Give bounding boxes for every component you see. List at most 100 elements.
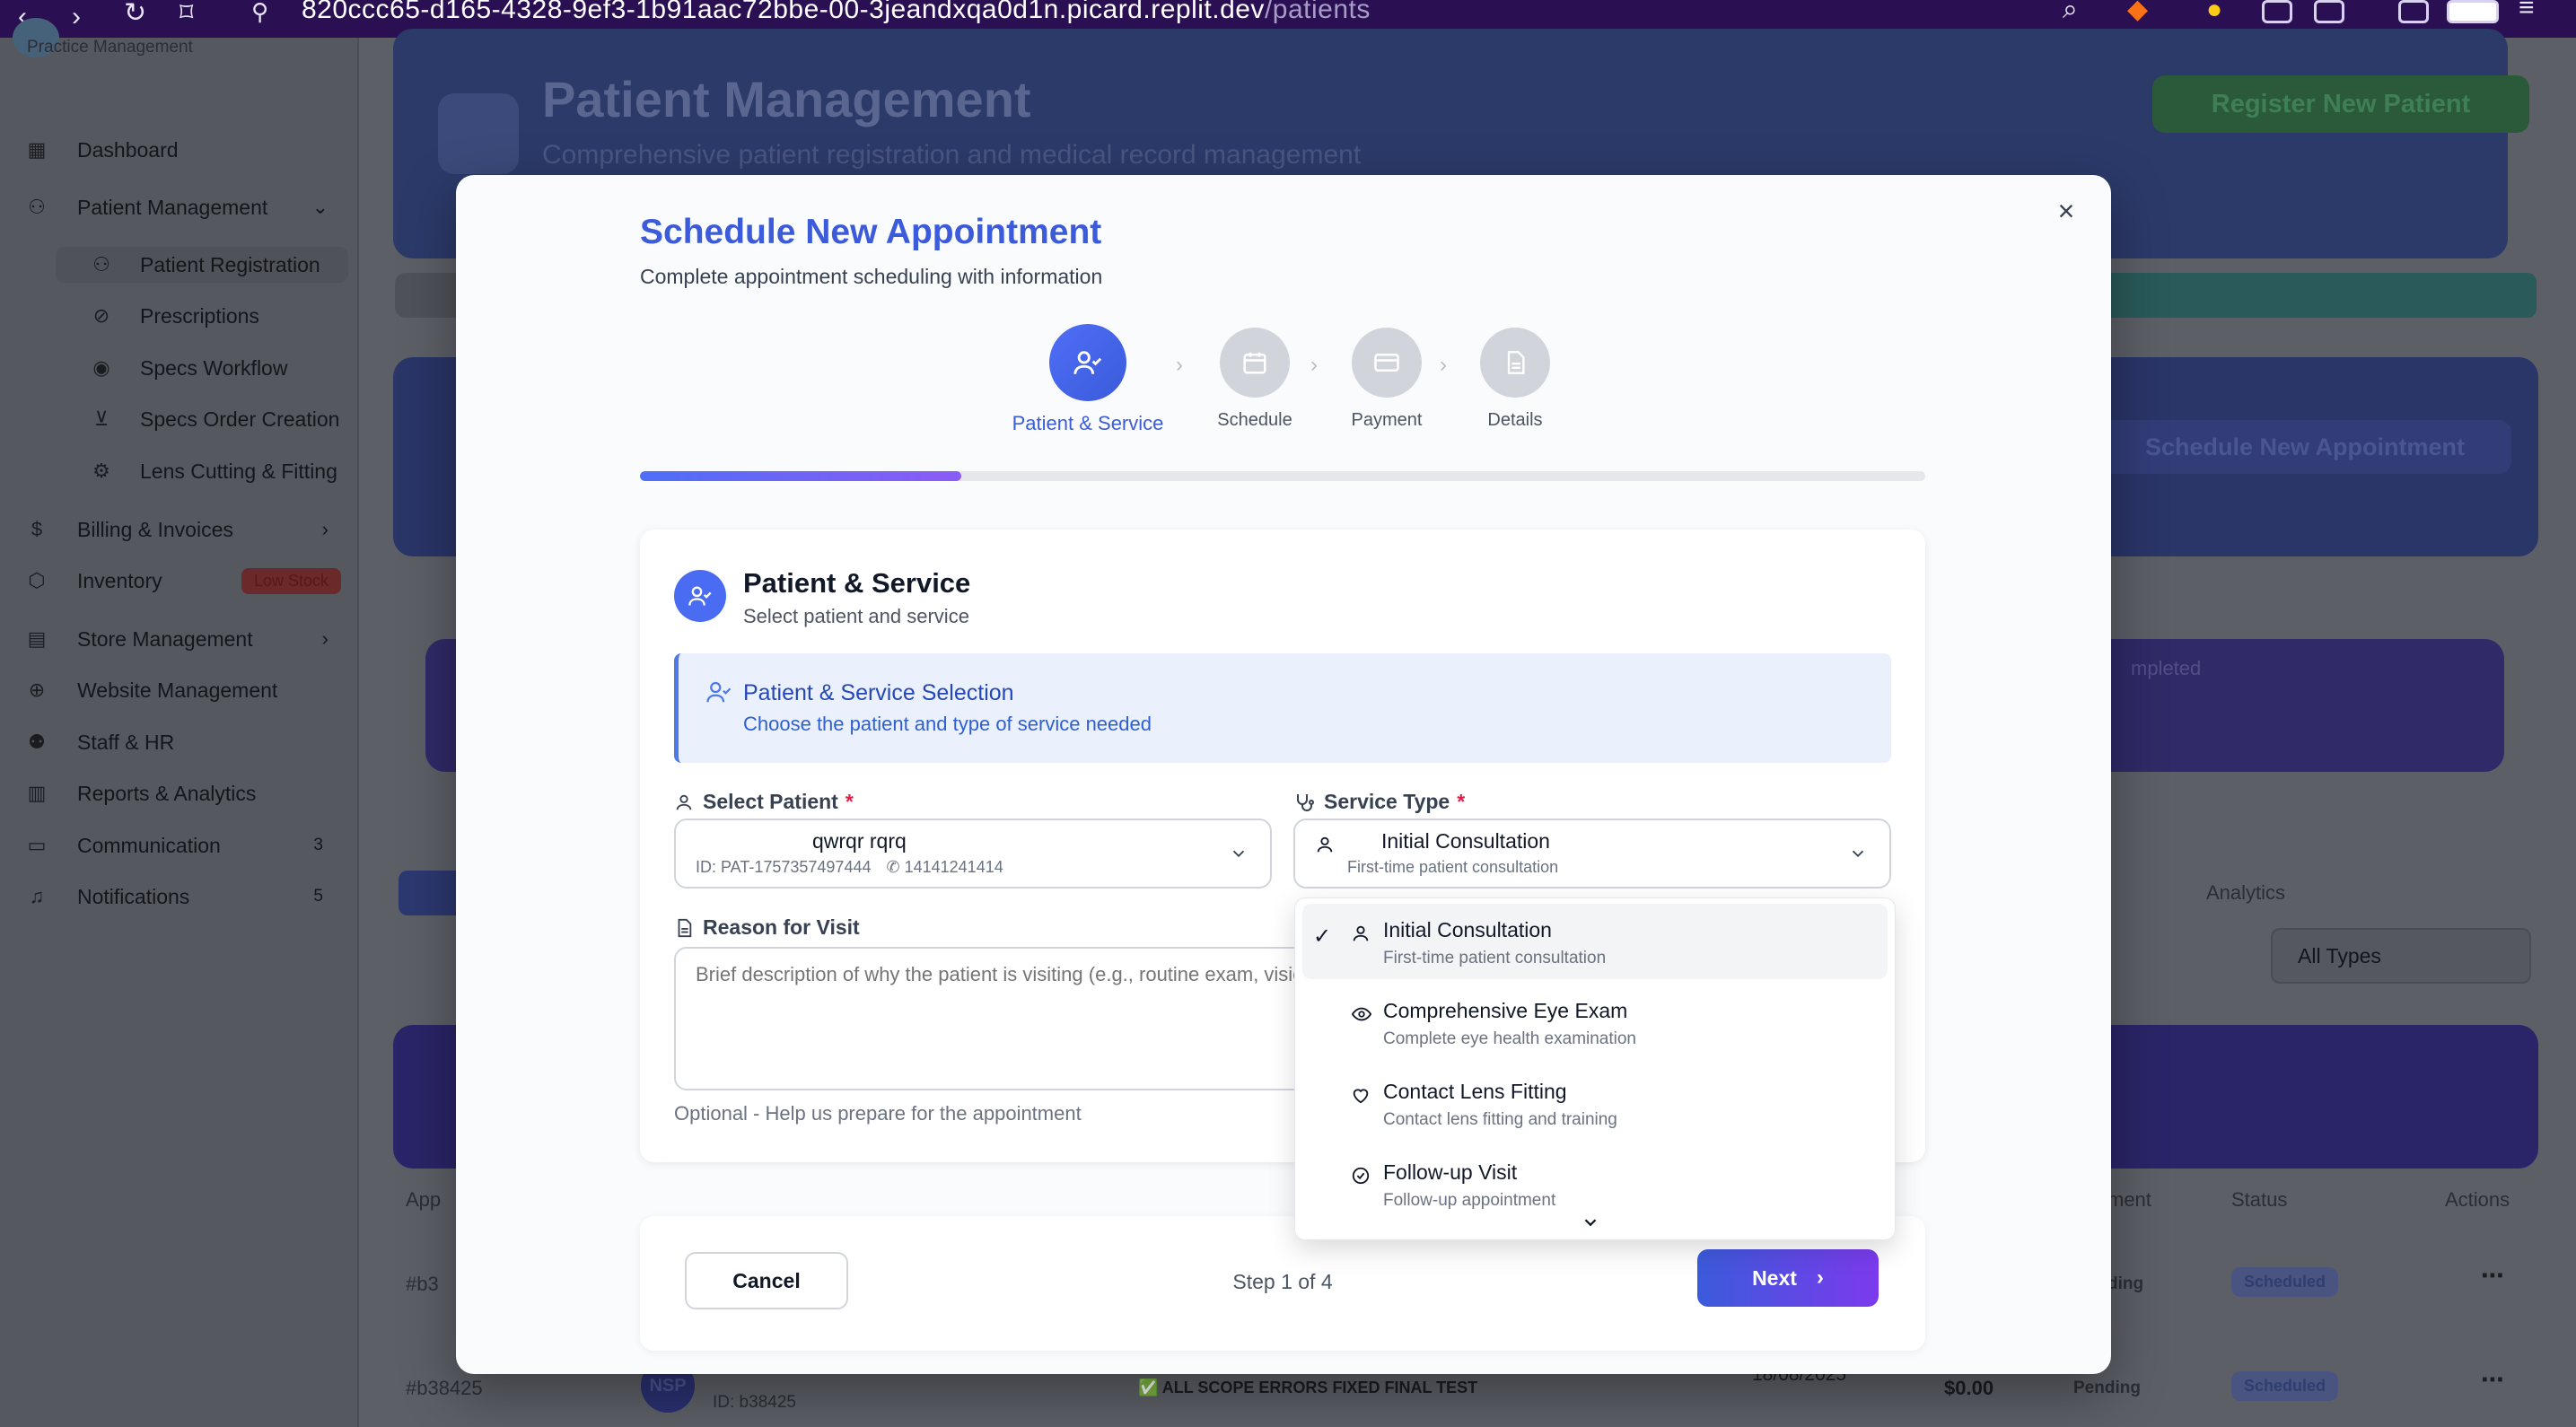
sidebar-item-label: Inventory [77, 568, 162, 592]
url-host: 820ccc65-d165-4328-9ef3-1b91aac72bbe-00-… [302, 0, 1265, 24]
screenshot-icon[interactable] [2314, 0, 2344, 23]
reload-icon[interactable]: ↻ [124, 0, 146, 27]
service-type-value: Initial Consultation [1381, 829, 1550, 853]
card-title: Patient & Service [743, 567, 971, 599]
sidebar-item-label: Reports & Analytics [77, 781, 257, 805]
reason-hint: Optional - Help us prepare for the appoi… [674, 1102, 1082, 1125]
sidebar-item-specs-workflow[interactable]: ◉ Specs Workflow [90, 350, 350, 386]
dollar-icon: $ [31, 518, 43, 540]
sidebar-item-label: Billing & Invoices [77, 517, 233, 541]
sidebar-item-specs-order-creation[interactable]: ⊻ Specs Order Creation [90, 401, 350, 437]
option-title: Initial Consultation [1383, 918, 1552, 941]
sidebar-toggle-icon[interactable] [2398, 0, 2429, 23]
reason-label-text: Reason for Visit [703, 915, 860, 939]
wallet-icon[interactable] [2447, 0, 2499, 23]
row2-amount: $0.00 [1944, 1377, 1994, 1399]
search-icon[interactable]: ⌕ [2063, 0, 2078, 23]
globe-icon: ⊕ [28, 678, 46, 701]
chevron-right-icon: › [1816, 1265, 1824, 1290]
option-title: Follow-up Visit [1383, 1160, 1518, 1184]
row2-actions-icon[interactable]: ⋯ [2481, 1366, 2504, 1394]
site-settings-icon[interactable]: ⚲ [251, 0, 268, 25]
credit-card-icon [1352, 328, 1422, 398]
row1-actions-icon[interactable]: ⋯ [2481, 1262, 2504, 1290]
menu-icon[interactable]: ≡ [2519, 0, 2535, 22]
sidebar-item-website-management[interactable]: ⊕ Website Management [25, 672, 348, 708]
step-patient-service[interactable]: Patient & Service [1007, 324, 1169, 435]
sidebar-item-notifications[interactable]: ♫ Notifications 5 [25, 879, 348, 915]
sidebar-item-store-management[interactable]: ▤ Store Management › [25, 621, 348, 657]
row2-payment: Pending [2073, 1379, 2141, 1397]
tab-analytics[interactable]: Analytics [2206, 881, 2285, 905]
sidebar: Practice Management ▦ Dashboard ⚇ Patient … [0, 18, 359, 1427]
forward-icon[interactable]: › [72, 4, 81, 31]
info-subtitle: Choose the patient and type of service n… [743, 713, 1152, 735]
step-details[interactable]: Details [1434, 328, 1596, 431]
puzzle-icon[interactable] [2262, 0, 2292, 23]
row2-note: ✅ ALL SCOPE ERRORS FIXED FINAL TEST [1138, 1379, 1478, 1396]
sidebar-item-reports[interactable]: ▥ Reports & Analytics [25, 775, 348, 811]
user-check-icon [705, 678, 732, 710]
patient-select[interactable]: qwrqr rqrq ID: PAT-1757357497444 ✆ 14141… [674, 819, 1272, 889]
eye-icon [1351, 1007, 1372, 1021]
next-button[interactable]: Next › [1697, 1249, 1879, 1307]
required-marker: * [845, 790, 854, 813]
bookmark-icon[interactable]: ⌑ [180, 0, 193, 27]
sidebar-item-lens-cutting[interactable]: ⚙ Lens Cutting & Fitting [90, 453, 350, 489]
user-check-icon [674, 570, 726, 622]
sidebar-item-patient-registration[interactable]: ⚇ Patient Registration [56, 247, 348, 283]
box-icon: ⬡ [28, 569, 46, 591]
service-type-label: Service Type * [1293, 790, 1465, 814]
info-banner: Patient & Service Selection Choose the p… [674, 653, 1891, 763]
service-option-contact-lens-fitting[interactable]: Contact Lens Fitting Contact lens fittin… [1302, 1065, 1888, 1141]
sidebar-item-communication[interactable]: ▭ Communication 3 [25, 827, 348, 863]
sidebar-item-dashboard[interactable]: ▦ Dashboard [25, 132, 348, 168]
table-header-app: App [406, 1188, 442, 1211]
low-stock-badge: Low Stock [241, 567, 341, 594]
type-filter-value: All Types [2298, 944, 2381, 967]
gear-icon: ⚙ [92, 460, 110, 482]
close-icon[interactable]: × [2048, 193, 2084, 229]
address-bar[interactable]: 820ccc65-d165-4328-9ef3-1b91aac72bbe-00-… [302, 0, 1371, 25]
brave-shield-icon[interactable]: ◆ [2127, 0, 2148, 23]
service-option-follow-up-visit[interactable]: Follow-up Visit Follow-up appointment [1302, 1146, 1888, 1221]
row1-payment: ding [2107, 1274, 2144, 1293]
message-icon: ▭ [27, 834, 47, 856]
service-type-select[interactable]: Initial Consultation First-time patient … [1293, 819, 1891, 889]
sidebar-subtitle: Practice Management [27, 38, 193, 57]
schedule-new-appointment-button[interactable]: Schedule New Appointment [2098, 420, 2511, 474]
row1-id: #b3 [406, 1273, 439, 1295]
sidebar-item-patient-management[interactable]: ⚇ Patient Management ⌄ [25, 189, 348, 225]
option-desc: First-time patient consultation [1383, 949, 1607, 967]
extension-icon[interactable]: ● [2206, 0, 2222, 23]
service-type-label-text: Service Type [1324, 790, 1450, 813]
url-path: /patients [1264, 0, 1371, 24]
card-subtitle: Select patient and service [743, 605, 969, 627]
sidebar-item-label: Specs Order Creation [140, 407, 340, 431]
chevron-down-icon [1584, 1219, 1597, 1227]
sidebar-item-staff-hr[interactable]: ⚉ Staff & HR [25, 724, 348, 760]
sidebar-item-inventory[interactable]: ⬡ Inventory Low Stock [25, 563, 348, 599]
patient-phone: 14141241414 [904, 858, 1003, 876]
page-title: Patient Management [542, 71, 1031, 127]
users-icon: ⚇ [28, 196, 46, 218]
check-circle-icon [1352, 1167, 1370, 1185]
sidebar-item-prescriptions[interactable]: ⊘ Prescriptions [90, 298, 350, 334]
table-header-status: Status [2231, 1188, 2288, 1211]
type-filter[interactable]: All Types [2271, 928, 2531, 984]
modal-title: Schedule New Appointment [640, 213, 1102, 251]
register-new-patient-button[interactable]: Register New Patient [2152, 75, 2529, 133]
step-label: Patient & Service [1012, 412, 1164, 434]
service-option-initial-consultation[interactable]: ✓ Initial Consultation First-time patien… [1302, 904, 1888, 979]
progress-bar [640, 471, 1925, 481]
service-option-comprehensive-eye-exam[interactable]: Comprehensive Eye Exam Complete eye heal… [1302, 985, 1888, 1060]
staff-icon: ⚉ [28, 731, 46, 753]
communication-count: 3 [313, 836, 323, 854]
pill-icon: ⊘ [92, 304, 110, 327]
reason-textarea[interactable] [674, 947, 1320, 1090]
option-desc: Complete eye health examination [1383, 1029, 1637, 1048]
sidebar-item-billing[interactable]: $ Billing & Invoices › [25, 512, 348, 547]
sidebar-item-label: Patient Management [77, 195, 268, 219]
user-icon [1317, 836, 1333, 853]
users-icon: ⚇ [92, 253, 110, 276]
